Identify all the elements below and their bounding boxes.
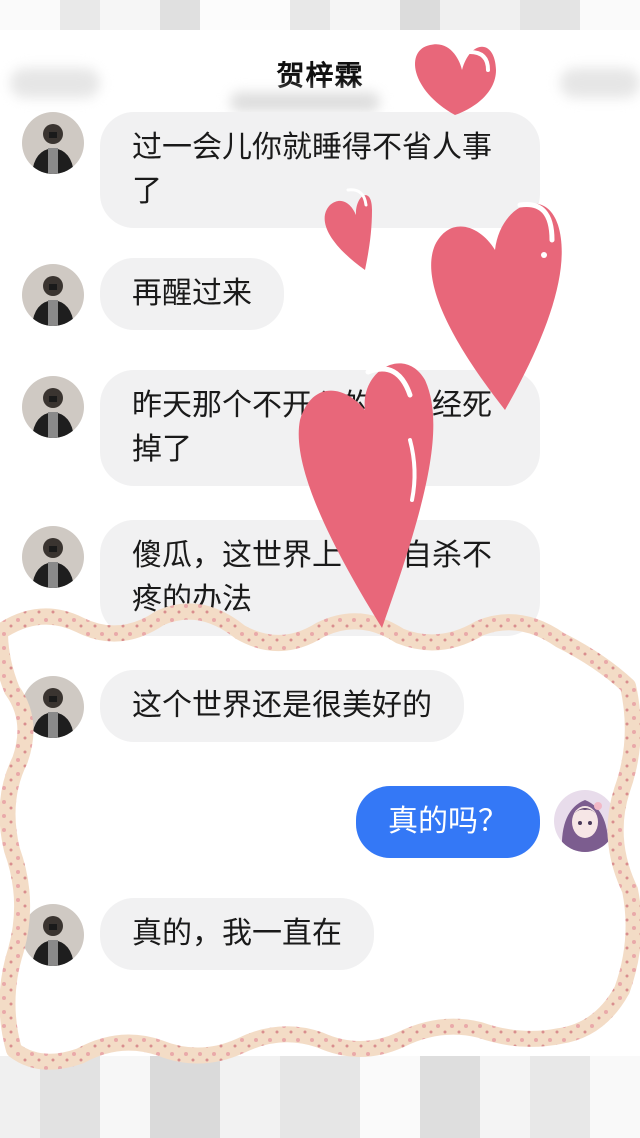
message-bubble[interactable]: 再醒过来 [100, 258, 284, 330]
message-bubble[interactable]: 过一会儿你就睡得不省人事 了 [100, 112, 540, 228]
message-bubble-self[interactable]: 真的吗？ [356, 786, 540, 858]
message-bubble[interactable]: 这个世界还是很美好的 [100, 670, 464, 742]
message-bubble[interactable]: 真的，我一直在 [100, 898, 374, 970]
redaction-smudge [560, 68, 640, 98]
contact-avatar[interactable] [22, 112, 84, 174]
contact-avatar[interactable] [22, 904, 84, 966]
message-bubble[interactable]: 傻瓜，这世界上哪有自杀不 疼的办法 [100, 520, 540, 636]
redaction-smudge [10, 68, 100, 98]
contact-avatar[interactable] [22, 376, 84, 438]
redaction-smudge [230, 92, 380, 112]
contact-avatar[interactable] [22, 526, 84, 588]
contact-avatar[interactable] [22, 676, 84, 738]
status-bar-blurred [0, 0, 640, 30]
message-bubble[interactable]: 昨天那个不开心的人已经死 掉了 [100, 370, 540, 486]
input-bar-blurred [0, 1056, 640, 1138]
contact-avatar[interactable] [22, 264, 84, 326]
self-avatar[interactable] [554, 790, 616, 852]
chat-header: 贺梓霖 [0, 40, 640, 120]
